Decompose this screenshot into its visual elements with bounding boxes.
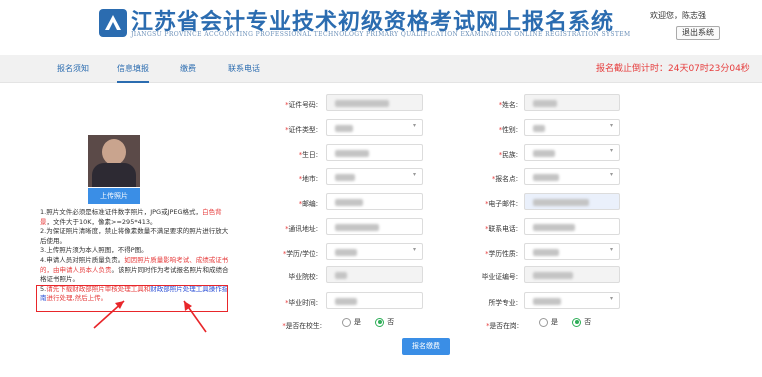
left-field-input[interactable]	[326, 292, 423, 309]
deadline-countdown: 报名截止倒计时：24天07时23分04秒	[596, 64, 750, 74]
photo-head	[102, 139, 126, 165]
redacted-value	[335, 150, 369, 157]
chevron-down-icon: ▾	[412, 171, 416, 178]
redacted-value	[533, 150, 555, 157]
redacted-value	[533, 224, 575, 231]
left-field-input[interactable]	[326, 94, 423, 111]
site-subtitle: JIANGSU PROVINCE ACCOUNTING PROFESSIONAL…	[131, 31, 631, 38]
right-field-label: *报名点:	[491, 175, 518, 183]
in-school-radio-group: 是 否	[342, 317, 406, 331]
in-school-yes-radio[interactable]	[342, 317, 351, 327]
right-field-label: *性别:	[498, 126, 518, 134]
logo-icon	[99, 9, 127, 37]
in-school-label: *是否在校生:	[282, 322, 322, 330]
page-header: 江苏省会计专业技术初级资格考试网上报名系统 JIANGSU PROVINCE A…	[0, 0, 762, 50]
right-field-label: 所学专业:	[488, 299, 518, 307]
right-field-input[interactable]	[524, 266, 620, 283]
right-field-select[interactable]: ▾	[524, 144, 620, 161]
redacted-value	[533, 125, 545, 132]
left-field-label: *邮编:	[298, 200, 318, 208]
chevron-down-icon: ▾	[609, 122, 613, 129]
highlight-box	[36, 285, 228, 312]
chevron-down-icon: ▾	[412, 122, 416, 129]
left-field-select[interactable]: ▾	[326, 243, 423, 260]
left-field-label: *生日:	[298, 151, 318, 159]
tab-info-fill[interactable]: 信息填报	[117, 55, 149, 83]
left-field-label: *毕业时间:	[285, 299, 318, 307]
right-field-label: *联系电话:	[485, 225, 518, 233]
in-school-no-radio[interactable]	[375, 317, 385, 327]
redacted-value	[335, 100, 389, 107]
id-photo	[88, 135, 140, 187]
right-field-input[interactable]	[524, 94, 620, 111]
right-field-label: *姓名:	[498, 101, 518, 109]
redacted-value	[533, 249, 559, 256]
redacted-value	[533, 100, 557, 107]
note-4: 4.申请人员对照片质量负责。如因照片质量影响考试、成绩或证书的，由申请人员本人负…	[40, 255, 229, 284]
chevron-down-icon: ▾	[609, 295, 613, 302]
register-pay-button[interactable]: 报名缴费	[402, 338, 450, 355]
redacted-value	[335, 125, 353, 132]
photo-body	[92, 163, 136, 187]
left-field-select[interactable]: ▾	[326, 119, 423, 136]
right-field-select[interactable]: ▾	[524, 243, 620, 260]
redacted-value	[335, 272, 347, 279]
user-panel: 欢迎您，陈志强 退出系统	[640, 4, 726, 40]
right-field-select[interactable]: ▾	[524, 168, 620, 185]
redacted-value	[533, 174, 559, 181]
right-field-select[interactable]: ▾	[524, 119, 620, 136]
left-field-label: *通讯地址:	[285, 225, 318, 233]
logout-button[interactable]: 退出系统	[676, 26, 720, 40]
chevron-down-icon: ▾	[609, 171, 613, 178]
right-field-label: *学历性质:	[485, 250, 518, 258]
in-job-label: *是否在岗:	[486, 322, 519, 330]
redacted-value	[533, 199, 589, 206]
redacted-value	[335, 298, 357, 305]
left-field-input[interactable]	[326, 193, 423, 210]
right-field-select[interactable]: ▾	[524, 292, 620, 309]
right-field-input[interactable]	[524, 218, 620, 235]
right-field-label: 毕业证编号:	[481, 273, 518, 281]
in-job-no-radio[interactable]	[572, 317, 582, 327]
note-1: 1.照片文件必须是标准证件数字照片，JPG或JPEG格式，白色背景，文件大于10…	[40, 208, 222, 226]
upload-photo-button[interactable]: 上传照片	[88, 188, 140, 204]
left-field-label: *学历/学位:	[282, 250, 318, 258]
chevron-down-icon: ▾	[609, 246, 613, 253]
left-field-label: *地市:	[298, 175, 318, 183]
tab-registration-notice[interactable]: 报名须知	[57, 55, 89, 83]
chevron-down-icon: ▾	[609, 147, 613, 154]
left-field-input[interactable]	[326, 266, 423, 283]
left-field-label: 毕业院校:	[288, 273, 318, 281]
main-nav: 报名须知 信息填报 缴费 联系电话 报名截止倒计时：24天07时23分04秒	[0, 55, 762, 83]
right-field-label: *民族:	[498, 151, 518, 159]
left-field-select[interactable]: ▾	[326, 168, 423, 185]
tab-payment[interactable]: 缴费	[180, 55, 196, 83]
left-field-input[interactable]	[326, 144, 423, 161]
chevron-down-icon: ▾	[412, 246, 416, 253]
redacted-value	[335, 249, 357, 256]
note-3: 3.上传照片须为本人照图，不得P图。	[40, 246, 148, 255]
note-2: 2.为保证照片清晰度，禁止将像素数量不满足要求的照片进行放大后使用。	[40, 227, 229, 245]
left-field-input[interactable]	[326, 218, 423, 235]
welcome-text: 欢迎您，陈志强	[650, 11, 706, 20]
tab-contact[interactable]: 联系电话	[228, 55, 260, 83]
in-job-yes-radio[interactable]	[539, 317, 548, 327]
left-field-label: *证件号码:	[285, 101, 318, 109]
redacted-value	[335, 224, 379, 231]
right-field-input[interactable]	[524, 193, 620, 210]
redacted-value	[533, 298, 561, 305]
left-field-label: *证件类型:	[285, 126, 318, 134]
in-job-radio-group: 是 否	[539, 317, 603, 331]
redacted-value	[533, 272, 573, 279]
right-field-label: *电子邮件:	[485, 200, 518, 208]
redacted-value	[335, 174, 355, 181]
redacted-value	[335, 199, 363, 206]
